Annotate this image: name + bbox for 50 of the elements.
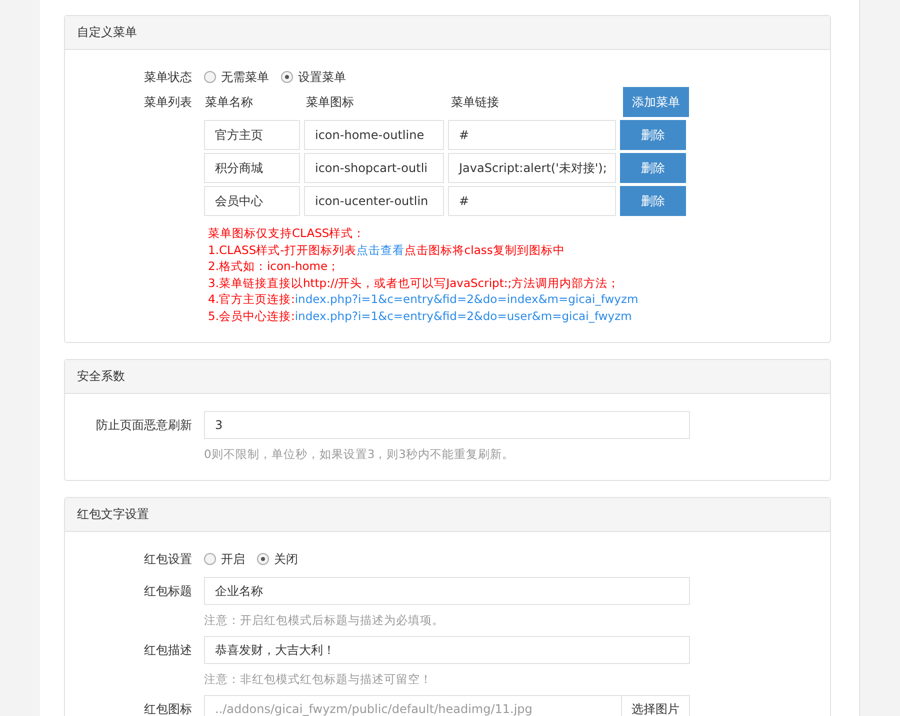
delete-button[interactable]: 删除 xyxy=(620,186,686,216)
delete-button[interactable]: 删除 xyxy=(620,120,686,150)
delete-button[interactable]: 删除 xyxy=(620,153,686,183)
input-field[interactable]: # xyxy=(448,186,616,216)
radio-label[interactable]: 设置菜单 xyxy=(298,68,346,86)
help-text: 注意：非红包模式红包标题与描述可留空！ xyxy=(204,672,433,687)
field-label: 菜单状态 xyxy=(143,68,193,86)
field-label: 红包描述 xyxy=(143,642,193,658)
note-text: 菜单图标仅支持CLASS样式： xyxy=(208,225,366,242)
radio-button[interactable] xyxy=(281,71,293,83)
input-field[interactable]: 官方主页 xyxy=(204,120,300,150)
radio-button[interactable] xyxy=(204,553,216,565)
input-field[interactable]: icon-ucenter-outlin xyxy=(304,186,444,216)
panel-title: 自定义菜单 xyxy=(77,24,137,41)
note-link[interactable]: index.php?i=1&c=entry&fid=2&do=user&m=gicai_fwyzm xyxy=(294,308,632,322)
note-text: 5.会员中心连接:index.php?i=1&c=entry&fid=2&do=user&m=gicai_fwyzm xyxy=(208,308,633,324)
field-label: 红包标题 xyxy=(143,582,193,600)
column-header: 菜单图标 xyxy=(305,94,355,110)
radio-button[interactable] xyxy=(204,71,216,83)
note-text: 1.CLASS样式-打开图标列表点击查看点击图标将class复制到图标中 xyxy=(208,242,566,258)
note-link[interactable]: index.php?i=1&c=entry&fid=2&do=index&m=gicai_fwyzm xyxy=(294,292,638,306)
column-header: 菜单名称 xyxy=(204,94,254,110)
radio-label[interactable]: 关闭 xyxy=(274,550,298,568)
note-text: 3.菜单链接直接以http://开头，或者也可以写JavaScript:;方法调用内部方法； xyxy=(208,274,621,291)
note-text: 4.官方主页连接:index.php?i=1&c=entry&fid=2&do=index&m=gicai_fwyzm xyxy=(208,291,640,308)
help-text: 注意：开启红包模式后标题与描述为必填项。 xyxy=(204,613,445,628)
input-field[interactable]: icon-home-outline xyxy=(304,120,444,150)
input-field[interactable]: 3 xyxy=(204,411,690,439)
help-text: 0则不限制，单位秒，如果设置3，则3秒内不能重复刷新。 xyxy=(204,447,515,462)
input-field[interactable]: 恭喜发财，大吉大利！ xyxy=(204,636,690,664)
field-label: 防止页面恶意刷新 xyxy=(95,416,193,434)
field-label: 红包图标 xyxy=(143,700,193,716)
column-header: 菜单链接 xyxy=(450,94,500,110)
field-label: 红包设置 xyxy=(143,550,193,568)
input-field[interactable]: 会员中心 xyxy=(204,186,300,216)
note-text: 2.格式如：icon-home； xyxy=(208,258,341,274)
field-label: 菜单列表 xyxy=(143,94,193,111)
input-field[interactable]: icon-shopcart-outli xyxy=(304,153,444,183)
radio-label[interactable]: 开启 xyxy=(221,550,245,568)
input-field[interactable]: 企业名称 xyxy=(204,577,690,605)
panel-title: 安全系数 xyxy=(77,368,125,385)
input-field[interactable]: # xyxy=(448,120,616,150)
input-field[interactable]: 积分商城 xyxy=(204,153,300,183)
note-link[interactable]: 点击查看 xyxy=(356,242,404,256)
input-field[interactable]: JavaScript:alert('未对接'); xyxy=(448,153,616,183)
panel-title: 红包文字设置 xyxy=(77,506,149,523)
radio-label[interactable]: 无需菜单 xyxy=(221,68,269,86)
add-menu-button[interactable]: 添加菜单 xyxy=(623,87,689,117)
radio-button[interactable] xyxy=(257,553,269,565)
select-image-button[interactable]: 选择图片 xyxy=(622,695,690,716)
